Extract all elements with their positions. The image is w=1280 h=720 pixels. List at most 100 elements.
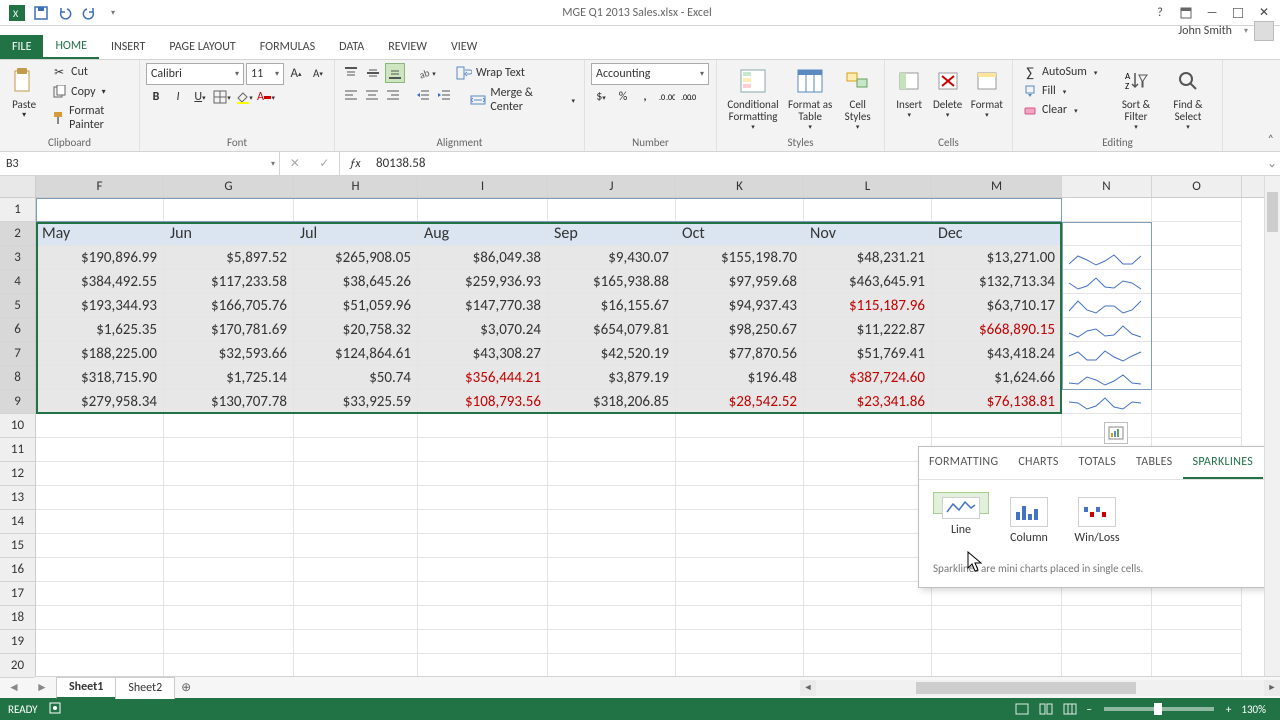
row-header-9[interactable]: 9: [0, 390, 35, 414]
cell-M2[interactable]: Dec: [932, 222, 1062, 246]
row-header-11[interactable]: 11: [0, 438, 35, 462]
cell-N3[interactable]: [1062, 246, 1152, 270]
col-header-J[interactable]: J: [548, 176, 676, 197]
row-header-18[interactable]: 18: [0, 606, 35, 630]
cell-J15[interactable]: [548, 534, 676, 558]
cell-F19[interactable]: [36, 630, 164, 654]
view-normal-icon[interactable]: [1011, 701, 1033, 717]
cell-F11[interactable]: [36, 438, 164, 462]
cell-H1[interactable]: [294, 198, 418, 222]
cell-K15[interactable]: [676, 534, 804, 558]
clear-button[interactable]: Clear▾: [1019, 101, 1109, 119]
cell-J1[interactable]: [548, 198, 676, 222]
cell-H16[interactable]: [294, 558, 418, 582]
cell-J17[interactable]: [548, 582, 676, 606]
cell-O2[interactable]: [1152, 222, 1242, 246]
cell-N19[interactable]: [1062, 630, 1152, 654]
cell-H13[interactable]: [294, 486, 418, 510]
row-header-16[interactable]: 16: [0, 558, 35, 582]
cell-K12[interactable]: [676, 462, 804, 486]
ribbon-display-icon[interactable]: [1174, 3, 1198, 23]
cell-L3[interactable]: $48,231.21: [804, 246, 932, 270]
cell-L19[interactable]: [804, 630, 932, 654]
fx-icon[interactable]: ƒx: [340, 152, 370, 175]
insert-cells-button[interactable]: Insert▾: [891, 63, 927, 135]
cell-F12[interactable]: [36, 462, 164, 486]
cell-M3[interactable]: $13,271.00: [932, 246, 1062, 270]
cell-J9[interactable]: $318,206.85: [548, 390, 676, 414]
align-bottom-icon[interactable]: [385, 63, 405, 83]
cell-H7[interactable]: $124,864.61: [294, 342, 418, 366]
horizontal-scrollbar[interactable]: ◄►: [800, 680, 1280, 696]
cell-N4[interactable]: [1062, 270, 1152, 294]
row-header-12[interactable]: 12: [0, 462, 35, 486]
cell-K10[interactable]: [676, 414, 804, 438]
vertical-scrollbar[interactable]: [1264, 176, 1280, 676]
cell-F3[interactable]: $190,896.99: [36, 246, 164, 270]
cell-I20[interactable]: [418, 654, 548, 676]
cell-N20[interactable]: [1062, 654, 1152, 676]
row-header-17[interactable]: 17: [0, 582, 35, 606]
qat-customize-icon[interactable]: ▾: [102, 2, 124, 24]
zoom-out-button[interactable]: −: [1082, 703, 1095, 716]
paste-button[interactable]: Paste ▾: [6, 63, 42, 135]
merge-center-button[interactable]: Merge & Center▾: [467, 85, 578, 115]
cell-L7[interactable]: $51,769.41: [804, 342, 932, 366]
col-header-N[interactable]: N: [1062, 176, 1152, 197]
cell-H10[interactable]: [294, 414, 418, 438]
sheet-nav-next[interactable]: ►: [36, 680, 48, 695]
cell-O20[interactable]: [1152, 654, 1242, 676]
cell-J12[interactable]: [548, 462, 676, 486]
cell-K6[interactable]: $98,250.67: [676, 318, 804, 342]
cell-N2[interactable]: [1062, 222, 1152, 246]
cell-L17[interactable]: [804, 582, 932, 606]
font-color-button[interactable]: A▾: [256, 87, 276, 107]
cell-J3[interactable]: $9,430.07: [548, 246, 676, 270]
formula-bar[interactable]: 80138.58: [370, 152, 1264, 175]
cell-O5[interactable]: [1152, 294, 1242, 318]
cell-J16[interactable]: [548, 558, 676, 582]
cell-O8[interactable]: [1152, 366, 1242, 390]
quick-analysis-icon[interactable]: [1104, 422, 1128, 444]
cell-I16[interactable]: [418, 558, 548, 582]
cell-N18[interactable]: [1062, 606, 1152, 630]
row-header-15[interactable]: 15: [0, 534, 35, 558]
cell-I5[interactable]: $147,770.38: [418, 294, 548, 318]
select-all-cells[interactable]: [0, 176, 35, 198]
sort-filter-button[interactable]: AZSort & Filter▾: [1111, 63, 1161, 135]
cell-K7[interactable]: $77,870.56: [676, 342, 804, 366]
cell-F15[interactable]: [36, 534, 164, 558]
cell-F6[interactable]: $1,625.35: [36, 318, 164, 342]
cell-O9[interactable]: [1152, 390, 1242, 414]
row-header-20[interactable]: 20: [0, 654, 35, 678]
tab-data[interactable]: DATA: [327, 35, 376, 59]
cell-F20[interactable]: [36, 654, 164, 676]
cell-F9[interactable]: $279,958.34: [36, 390, 164, 414]
cell-L15[interactable]: [804, 534, 932, 558]
col-header-I[interactable]: I: [418, 176, 548, 197]
cell-K13[interactable]: [676, 486, 804, 510]
row-header-14[interactable]: 14: [0, 510, 35, 534]
cell-J20[interactable]: [548, 654, 676, 676]
cell-I8[interactable]: $356,444.21: [418, 366, 548, 390]
cell-H18[interactable]: [294, 606, 418, 630]
expand-formula-icon[interactable]: ⌄: [1264, 152, 1280, 175]
cell-O4[interactable]: [1152, 270, 1242, 294]
bold-button[interactable]: B: [146, 87, 166, 107]
cell-K19[interactable]: [676, 630, 804, 654]
cell-L6[interactable]: $11,222.87: [804, 318, 932, 342]
fill-color-button[interactable]: ▾: [234, 87, 254, 107]
cell-I15[interactable]: [418, 534, 548, 558]
cell-G11[interactable]: [164, 438, 294, 462]
cell-J6[interactable]: $654,079.81: [548, 318, 676, 342]
cell-F14[interactable]: [36, 510, 164, 534]
cell-F13[interactable]: [36, 486, 164, 510]
view-page-break-icon[interactable]: [1059, 701, 1081, 717]
grow-font-icon[interactable]: A▴: [286, 63, 306, 83]
cell-G10[interactable]: [164, 414, 294, 438]
row-header-7[interactable]: 7: [0, 342, 35, 366]
row-header-6[interactable]: 6: [0, 318, 35, 342]
cell-K20[interactable]: [676, 654, 804, 676]
cell-J8[interactable]: $3,879.19: [548, 366, 676, 390]
cell-H19[interactable]: [294, 630, 418, 654]
